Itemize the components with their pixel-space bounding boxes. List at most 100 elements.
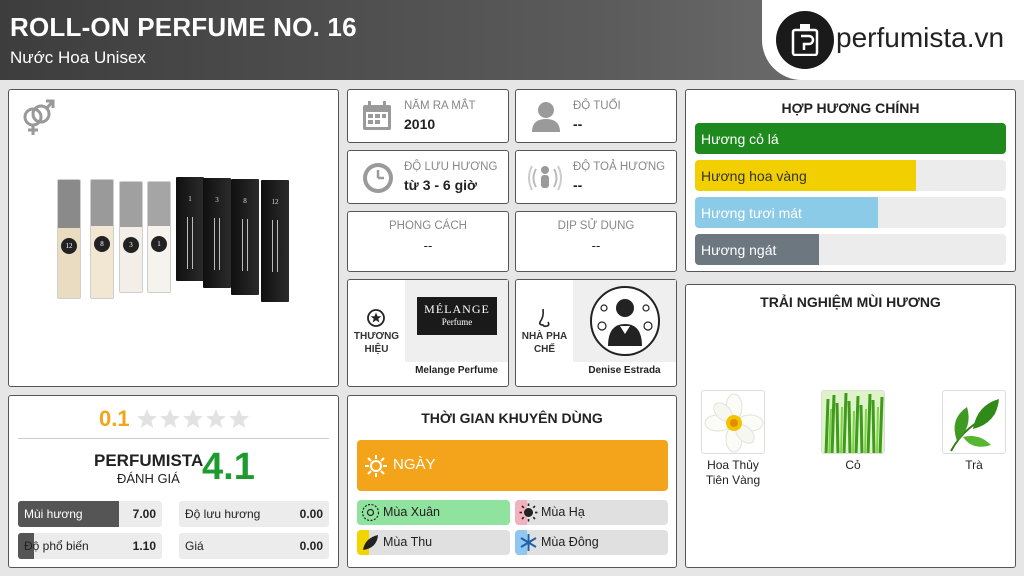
- perfumista-brand: PERFUMISTA: [94, 451, 204, 470]
- accord-bar[interactable]: Hương ngát: [695, 234, 1006, 265]
- note-item[interactable]: Hoa Thủy Tiên Vàng: [700, 390, 766, 488]
- box-brand-stripe: [214, 218, 220, 270]
- occasion-label: DỊP SỬ DỤNG: [557, 220, 635, 232]
- page-subtitle: Nước Hoa Unisex: [10, 48, 146, 67]
- stat-label: Mùi hương: [24, 507, 83, 521]
- occasion-card: DỊP SỬ DỤNG --: [515, 211, 677, 272]
- season-label: Mùa Hạ: [541, 505, 585, 519]
- brand-label-column: THƯƠNG HIỆU: [348, 280, 405, 386]
- accord-bar[interactable]: Hương tươi mát: [695, 197, 1006, 228]
- nose-icon: [539, 308, 550, 328]
- time-title: THỜI GIAN KHUYÊN DÙNG: [421, 410, 603, 426]
- person-icon: [532, 102, 560, 132]
- longevity-label: ĐỘ LƯU HƯƠNG: [404, 161, 498, 173]
- user-score: 0.1: [99, 406, 130, 431]
- note-item[interactable]: Trà: [941, 390, 1007, 473]
- accord-label: Hương cỏ lá: [701, 131, 779, 147]
- stat-value: 0.00: [299, 507, 323, 521]
- site-logo[interactable]: perfumista.vn: [762, 0, 1024, 80]
- sun-icon: [365, 455, 387, 477]
- bottle-label: 3: [123, 237, 139, 253]
- accord-label: Hương ngát: [701, 242, 777, 258]
- box-number: 12: [271, 198, 279, 206]
- season-label: Mùa Xuân: [383, 505, 440, 519]
- product-photo: 12 8 3 1 1 3 8 12: [53, 175, 298, 302]
- style-card: PHONG CÁCH --: [347, 211, 509, 272]
- season-spring[interactable]: Mùa Xuân: [357, 500, 510, 525]
- accord-bar[interactable]: Hương cỏ lá: [695, 123, 1006, 154]
- day-label: NGÀY: [393, 456, 436, 473]
- star-rating[interactable]: [136, 408, 251, 432]
- unisex-gender-icon: [23, 99, 55, 135]
- season-winter[interactable]: Mùa Đông: [515, 530, 668, 555]
- box-brand-stripe: [187, 217, 193, 269]
- note-label: Hoa Thủy Tiên Vàng: [705, 458, 761, 487]
- style-value: --: [423, 238, 433, 253]
- season-summer[interactable]: Mùa Hạ: [515, 500, 668, 525]
- page-header: ROLL-ON PERFUME NO. 16 Nước Hoa Unisex p…: [0, 0, 1024, 80]
- note-label: Trà: [965, 458, 983, 472]
- accord-bar[interactable]: Hương hoa vàng: [695, 160, 1006, 191]
- star-icon[interactable]: [159, 408, 181, 430]
- brand-name[interactable]: Melange Perfume: [405, 365, 508, 376]
- star-icon[interactable]: [136, 408, 158, 430]
- occasion-value: --: [591, 238, 601, 253]
- perfume-box: 8: [231, 179, 259, 295]
- roll-on-bottle: 12: [57, 179, 81, 299]
- notes-panel: TRẢI NGHIỆM MÙI HƯƠNG Hoa Thủy Tiên Vàng: [685, 284, 1016, 568]
- launch-year-value: 2010: [404, 116, 436, 132]
- sillage-label: ĐỘ TOẢ HƯƠNG: [573, 161, 666, 173]
- tea-leaf-image: [942, 390, 1006, 454]
- perfume-box: 3: [203, 178, 231, 288]
- note-item[interactable]: Cỏ: [820, 390, 886, 473]
- stat-value: 1.10: [132, 539, 156, 553]
- perfumer-name[interactable]: Denise Estrada: [573, 365, 676, 376]
- daffodil-image: [701, 390, 765, 454]
- box-number: 3: [215, 196, 219, 204]
- season-label: Mùa Thu: [383, 535, 433, 549]
- roll-on-bottle: 3: [119, 181, 143, 293]
- perfumer-label-column: NHÀ PHA CHẾ: [516, 280, 573, 386]
- sillage-person-icon: [528, 165, 562, 191]
- star-icon[interactable]: [228, 408, 250, 430]
- star-icon[interactable]: [205, 408, 227, 430]
- star-icon[interactable]: [182, 408, 204, 430]
- page-title: ROLL-ON PERFUME NO. 16: [10, 12, 357, 42]
- longevity-value: từ 3 - 6 giờ: [404, 177, 477, 193]
- age-value: --: [573, 116, 583, 132]
- spring-flower-icon: [361, 503, 380, 522]
- style-label: PHONG CÁCH: [389, 220, 467, 232]
- day-bar[interactable]: NGÀY: [357, 440, 668, 491]
- longevity-card: ĐỘ LƯU HƯƠNG từ 3 - 6 giờ: [347, 150, 509, 204]
- perfumer-label: NHÀ PHA CHẾ: [521, 331, 568, 355]
- age-card: ĐỘ TUỔI --: [515, 89, 677, 143]
- box-number: 8: [243, 197, 247, 205]
- bottle-label: 1: [151, 236, 167, 252]
- bottle-label: 12: [61, 238, 77, 254]
- accords-panel: HỢP HƯƠNG CHÍNH Hương cỏ lá Hương hoa vàn…: [685, 89, 1016, 272]
- season-label: Mùa Đông: [541, 535, 599, 549]
- brand-logo-line1: MÉLANGE: [424, 302, 490, 316]
- grass-image: [821, 390, 885, 454]
- bottle-label: 8: [94, 236, 110, 252]
- brand-card[interactable]: THƯƠNG HIỆU MÉLANGE Perfume Melange Perf…: [347, 279, 509, 387]
- stat-value: 7.00: [132, 507, 156, 521]
- launch-year-card: NĂM RA MẮT 2010: [347, 89, 509, 143]
- star-badge-icon: [367, 309, 385, 327]
- perfumista-caption: ĐÁNH GIÁ: [117, 471, 180, 486]
- perfumer-card[interactable]: NHÀ PHA CHẾ Denise Estrada: [515, 279, 677, 387]
- autumn-leaf-icon: [363, 535, 378, 550]
- calendar-icon: [363, 101, 391, 130]
- summer-sun-icon: [519, 503, 538, 522]
- perfumer-avatar-icon: [590, 286, 660, 356]
- product-image-panel: 12 8 3 1 1 3 8 12: [8, 89, 339, 387]
- notes-title: TRẢI NGHIỆM MÙI HƯƠNG: [760, 294, 941, 310]
- sillage-card: ĐỘ TOẢ HƯƠNG --: [515, 150, 677, 204]
- season-autumn[interactable]: Mùa Thu: [357, 530, 510, 555]
- launch-year-label: NĂM RA MẮT: [404, 100, 476, 112]
- accord-label: Hương tươi mát: [701, 205, 802, 221]
- brand-logo-line2: Perfume: [441, 317, 473, 327]
- age-label: ĐỘ TUỔI: [573, 100, 621, 112]
- stat-label: Độ lưu hương: [185, 507, 261, 521]
- box-brand-stripe: [242, 219, 248, 271]
